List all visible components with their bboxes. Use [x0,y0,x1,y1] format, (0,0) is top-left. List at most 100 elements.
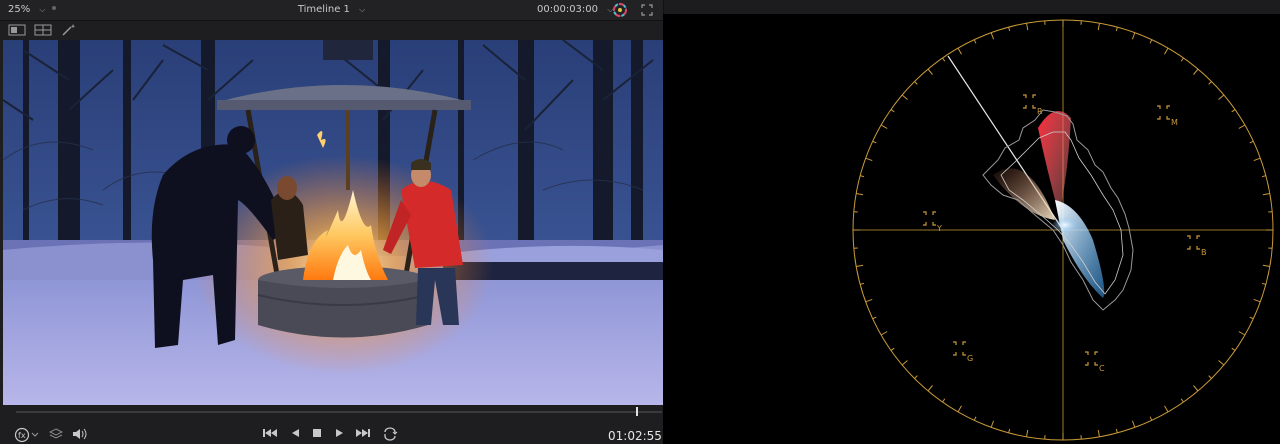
graticule-tick [1180,398,1184,403]
target-Y [923,211,936,226]
graticule-tick [1193,385,1199,392]
magic-wand-icon[interactable] [60,23,78,37]
expand-icon[interactable] [640,3,654,17]
graticule-tick [856,264,864,267]
graticule-tick [860,282,865,285]
graticule-tick [890,109,895,113]
graticule-tick [1131,420,1136,428]
graticule-tick [901,360,908,366]
graticule-tick [1218,360,1225,366]
graticule-tick [1131,32,1136,40]
trace-center [1051,217,1079,233]
target-C [1085,351,1098,366]
graticule-tick [880,124,888,129]
graticule-tick [957,405,962,413]
graticule-tick [856,193,864,196]
video-frame[interactable] [3,40,663,405]
viewer-header: 25% ⌵ Timeline 1 ⌵ 00:00:03:00 ⌵ [0,0,663,21]
graticule-tick [973,416,977,421]
graticule-tick [1193,68,1199,75]
layers-icon[interactable] [49,427,63,441]
graticule-tick [990,32,995,40]
graticule-tick [1026,429,1029,437]
graticule-tick [1164,405,1169,413]
graticule-tick [1238,331,1246,336]
viewer-panel: 25% ⌵ Timeline 1 ⌵ 00:00:03:00 ⌵ fx 01:0… [0,0,674,444]
trace-blue [1055,200,1105,298]
timeline-title: Timeline 1 [297,4,350,15]
svg-text:fx: fx [18,431,26,440]
graticule-tick [1149,39,1153,44]
graticule-tick [1164,47,1169,55]
source-timecode: 00:00:03:00 [537,4,599,15]
target-label-B: B [1201,248,1207,257]
graticule-tick [1097,429,1100,437]
graticule-tick [957,47,962,55]
play-icon[interactable] [334,427,346,439]
graticule-tick [1262,264,1270,267]
graticule-tick [1180,57,1184,62]
graticule-tick [1253,298,1261,303]
loop-icon[interactable] [382,427,398,441]
graticule-tick [927,385,933,392]
vectorscope-panel: R M Y B G C [663,0,1280,444]
target-B [1187,235,1200,250]
graticule-tick [890,347,895,351]
vectorscope: R M Y B G C [852,19,1274,441]
source-timecode-dropdown[interactable]: 00:00:03:00 ⌵ [537,4,613,15]
graticule-tick [1231,109,1236,113]
graticule-tick [914,81,918,85]
graticule-tick [942,57,946,62]
target-label-C: C [1099,364,1105,373]
skip-back-icon[interactable] [262,427,278,439]
graticule-tick [1115,428,1118,433]
single-view-icon[interactable] [8,23,26,37]
graticule-tick [1026,23,1029,31]
graticule-tick [1008,428,1011,433]
graticule-tick [927,68,933,75]
target-G [953,341,966,356]
graticule-tick [1249,316,1254,320]
graticule-tick [1253,157,1261,162]
graticule-tick [1208,375,1212,379]
transport-controls: fx [0,424,663,444]
graticule-tick [1249,140,1254,144]
graticule-tick [1008,27,1011,32]
skip-forward-icon[interactable] [355,427,371,439]
split-view-icon[interactable] [34,23,52,37]
graticule-tick [1115,27,1118,32]
graticule-tick [1261,282,1266,285]
graticule-tick [1231,347,1236,351]
graticule-tick [1218,94,1225,100]
play-reverse-icon[interactable] [289,427,301,439]
graticule-tick [872,140,877,144]
graticule-tick [1208,81,1212,85]
viewer-toolbar [0,21,663,39]
target-label-G: G [967,354,973,363]
fx-icon[interactable]: fx [14,427,40,443]
target-M [1157,105,1170,120]
graticule-tick [990,420,995,428]
target-R [1023,94,1036,109]
graticule-tick [1097,23,1100,31]
stop-icon[interactable] [311,427,323,439]
color-wheel-icon[interactable] [612,2,628,18]
graticule-tick [860,175,865,178]
playhead[interactable] [636,407,639,416]
graticule-tick [914,375,918,379]
speaker-icon[interactable] [72,427,88,441]
graticule-tick [872,316,877,320]
graticule-tick [942,398,946,403]
graticule-tick [1261,175,1266,178]
graticule-tick [973,39,977,44]
graticule-tick [901,94,908,100]
graticule-tick [880,331,888,336]
target-label-Y: Y [936,224,942,233]
graticule-tick [865,298,873,303]
graticule-tick [1238,124,1246,129]
target-label-R: R [1037,107,1043,116]
chevron-down-icon: ⌵ [359,5,366,14]
graticule-tick [1149,416,1153,421]
timeline-scrubber[interactable] [16,411,662,413]
graticule-tick [865,157,873,162]
